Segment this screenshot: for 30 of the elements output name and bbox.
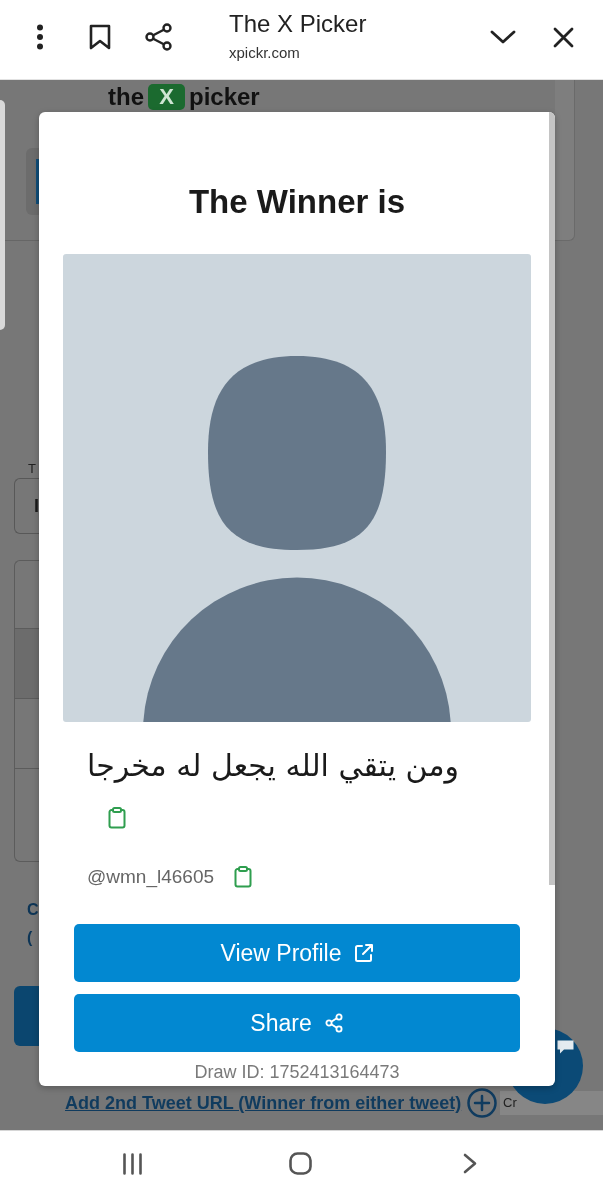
user-handle: @wmn_l46605 (87, 866, 215, 888)
field-label: T (28, 462, 36, 476)
logo-text: the (108, 84, 144, 110)
share-button[interactable]: Share (74, 994, 520, 1052)
more-options-icon[interactable] (36, 24, 44, 50)
label-text: C (27, 900, 39, 920)
clipboard-icon[interactable] (234, 866, 253, 888)
scrollbar-thumb[interactable] (549, 112, 555, 885)
bookmark-icon[interactable] (89, 24, 111, 50)
chevron-down-icon[interactable] (490, 30, 516, 44)
share-icon[interactable] (145, 23, 172, 51)
page-title: The X Picker (229, 10, 367, 38)
add-tweet-link[interactable]: Add 2nd Tweet URL (Winner from either tweet) (65, 1093, 462, 1113)
close-icon[interactable] (553, 26, 574, 48)
draw-id: Draw ID: 1752413164473 (194, 1062, 400, 1082)
dialog-title: The Winner is (187, 183, 407, 220)
clipboard-icon[interactable] (108, 807, 126, 829)
external-link-icon (353, 943, 374, 963)
share-icon (323, 1013, 344, 1033)
logo-text: picker (189, 84, 260, 110)
view-profile-button[interactable]: View Profile (74, 924, 520, 982)
label-text: ( (27, 928, 33, 948)
plus-circle-icon[interactable] (467, 1088, 498, 1118)
logo-mark: X (148, 84, 185, 110)
page-url: xpickr.com (229, 44, 300, 62)
home-icon[interactable] (289, 1152, 312, 1175)
chat-bubble-icon (557, 1040, 574, 1054)
recent-apps-icon[interactable] (122, 1152, 143, 1175)
back-icon[interactable] (463, 1153, 477, 1174)
winner-name: ومن يتقي الله يجعل له مخرجا (87, 747, 459, 786)
